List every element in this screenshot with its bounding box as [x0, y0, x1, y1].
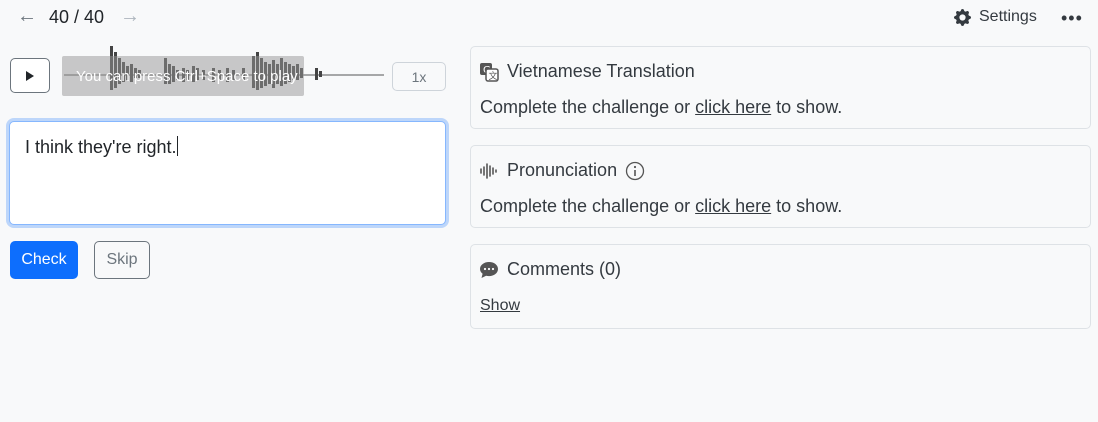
question-counter: 40 / 40	[49, 7, 105, 27]
translation-body: Complete the challenge or click here to …	[480, 97, 842, 118]
svg-text:文: 文	[489, 70, 498, 82]
settings-label: Settings	[979, 8, 1037, 25]
pronunciation-body-suffix: to show.	[771, 196, 843, 216]
more-options-button[interactable]: •••	[1061, 8, 1083, 28]
translation-body-prefix: Complete the challenge or	[480, 97, 696, 117]
translation-title: Vietnamese Translation	[507, 61, 695, 81]
next-arrow-button[interactable]: →	[120, 4, 140, 28]
play-icon	[26, 70, 34, 81]
playback-speed-label: 1x	[411, 68, 427, 85]
chat-bubble-icon	[480, 261, 498, 278]
translation-body-suffix: to show.	[771, 97, 843, 117]
playback-speed-button[interactable]: 1x	[392, 62, 446, 91]
show-comments-link[interactable]: Show	[480, 297, 520, 315]
pronunciation-card: Pronunciation Complete the challenge or …	[470, 145, 1091, 228]
pronunciation-body: Complete the challenge or click here to …	[480, 196, 842, 217]
pronunciation-click-here-link[interactable]: click here	[695, 196, 771, 216]
text-cursor	[176, 136, 178, 156]
soundwave-icon	[480, 162, 497, 179]
info-icon[interactable]	[625, 161, 645, 181]
answer-text: I think they're right.	[25, 137, 177, 157]
gear-icon	[954, 8, 971, 26]
pronunciation-body-prefix: Complete the challenge or	[480, 196, 696, 216]
translation-card: G 文 Vietnamese Translation Complete the …	[470, 46, 1091, 129]
translate-icon: G 文	[480, 62, 499, 82]
comments-card: Comments (0) Show	[470, 244, 1091, 329]
play-button[interactable]	[10, 58, 50, 93]
answer-textarea[interactable]: I think they're right.	[9, 121, 446, 225]
check-label: Check	[21, 251, 67, 268]
translation-click-here-link[interactable]: click here	[695, 97, 771, 117]
keyboard-hint-overlay: You can press Ctrl+Space to play	[62, 56, 304, 96]
check-button[interactable]: Check	[10, 241, 78, 279]
settings-button[interactable]: Settings	[954, 8, 1037, 26]
skip-button[interactable]: Skip	[94, 241, 150, 279]
keyboard-hint-text: You can press Ctrl+Space to play	[76, 67, 298, 85]
comments-title: Comments (0)	[507, 259, 622, 279]
skip-label: Skip	[106, 251, 138, 268]
prev-arrow-button[interactable]: ←	[17, 4, 37, 28]
pronunciation-title: Pronunciation	[507, 160, 618, 180]
